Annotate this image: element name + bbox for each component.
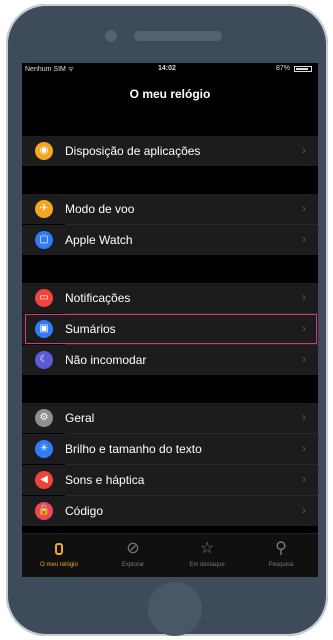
list-item-do-not-disturb[interactable]: ☾ Não incomodar ›: [22, 345, 318, 375]
chevron-right-icon: ›: [302, 352, 306, 366]
gear-icon: ⚙: [35, 409, 53, 427]
chevron-right-icon: ›: [302, 143, 306, 157]
app-layout-icon: ◉: [35, 142, 53, 160]
list-item-airplane-mode[interactable]: ✈ Modo de voo ›: [22, 194, 318, 224]
chevron-right-icon: ›: [302, 503, 306, 517]
page-title: O meu relógio: [129, 87, 211, 101]
list-item-label: Geral: [65, 411, 95, 425]
star-icon: ☆: [199, 540, 215, 557]
tab-bar: O meu relógio ⊘ Explorar ☆ Em destaque ⚲…: [22, 533, 318, 577]
chevron-right-icon: ›: [302, 201, 306, 215]
home-button[interactable]: [148, 582, 202, 636]
status-time: 14:02: [158, 65, 176, 72]
list-item-label: Modo de voo: [65, 202, 135, 216]
list-item-brightness[interactable]: ☀ Brilho e tamanho do texto ›: [22, 434, 318, 464]
chevron-right-icon: ›: [302, 441, 306, 455]
tab-featured[interactable]: ☆ Em destaque: [170, 539, 244, 568]
list-item-glances[interactable]: ▣ Sumários ›: [22, 314, 318, 344]
list-item-label: Código: [65, 504, 104, 518]
search-icon: ⚲: [275, 540, 287, 557]
list-item-apple-watch[interactable]: ▢ Apple Watch ›: [22, 225, 318, 255]
tab-label: Em destaque: [189, 562, 225, 568]
chevron-right-icon: ›: [302, 232, 306, 246]
brightness-icon: ☀: [35, 440, 53, 458]
tab-label: Pesquisa: [268, 562, 294, 568]
list-item-notifications[interactable]: ▭ Notificações ›: [22, 283, 318, 313]
lock-icon: 🔒: [35, 502, 53, 520]
battery-percent: 87%: [275, 65, 290, 72]
chevron-right-icon: ›: [302, 410, 306, 424]
front-camera: [105, 30, 117, 42]
chevron-right-icon: ›: [302, 321, 306, 335]
list-item-general[interactable]: ⚙ Geral ›: [22, 403, 318, 433]
tab-search[interactable]: ⚲ Pesquisa: [244, 539, 318, 568]
chevron-right-icon: ›: [302, 290, 306, 304]
tab-label: O meu relógio: [40, 562, 78, 568]
compass-icon: ⊘: [126, 540, 140, 557]
list-item-label: Não incomodar: [65, 353, 147, 367]
list-item-passcode[interactable]: 🔒 Código ›: [22, 496, 318, 526]
glances-icon: ▣: [35, 320, 53, 338]
tab-explore[interactable]: ⊘ Explorar: [96, 539, 170, 568]
tab-my-watch[interactable]: O meu relógio: [22, 539, 96, 568]
chevron-right-icon: ›: [302, 472, 306, 486]
speaker-grille: [134, 31, 222, 41]
screen: Nenhum SIM ᯤ 14:02 87% O meu relógio ◉ D…: [22, 63, 318, 577]
status-bar: Nenhum SIM ᯤ 14:02 87%: [22, 63, 318, 75]
battery-icon: [294, 66, 312, 72]
sound-icon: ◀: [35, 471, 53, 489]
watch-tab-icon: [22, 539, 96, 559]
list-item-label: Sons e háptica: [65, 473, 145, 487]
list-item-label: Apple Watch: [65, 233, 133, 247]
tab-label: Explorar: [121, 562, 145, 568]
notifications-icon: ▭: [35, 289, 53, 307]
watch-icon: ▢: [35, 231, 53, 249]
airplane-icon: ✈: [35, 200, 53, 218]
list-item-sounds-haptics[interactable]: ◀ Sons e háptica ›: [22, 465, 318, 495]
list-item-label: Disposição de aplicações: [65, 144, 201, 158]
moon-icon: ☾: [35, 351, 53, 369]
list-item-label: Sumários: [65, 322, 116, 336]
carrier-label: Nenhum SIM ᯤ: [25, 66, 75, 73]
list-item-label: Brilho e tamanho do texto: [65, 442, 202, 456]
list-item-app-layout[interactable]: ◉ Disposição de aplicações ›: [22, 136, 318, 166]
list-item-label: Notificações: [65, 291, 131, 305]
